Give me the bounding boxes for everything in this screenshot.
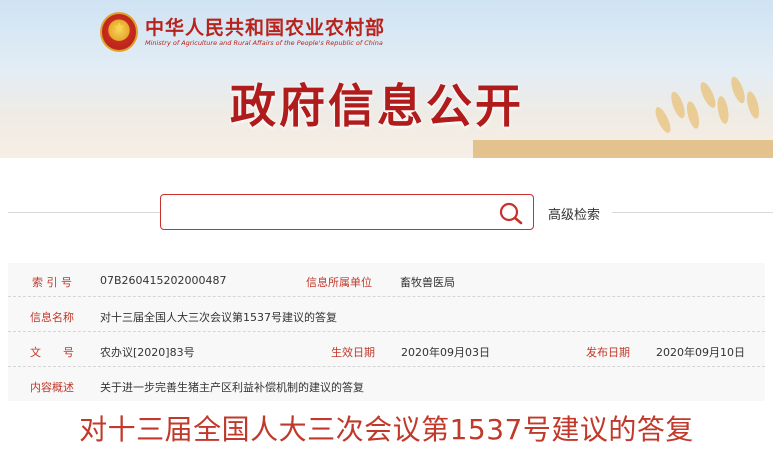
dept-value: 畜牧兽医局 [400, 276, 455, 289]
name-label: 信息名称 [30, 311, 74, 324]
advanced-search-link[interactable]: 高级检索 [548, 204, 600, 223]
meta-row: 索 引 号 07B260415202000487 信息所属单位 畜牧兽医局 [8, 263, 765, 297]
summary-label: 内容概述 [30, 381, 74, 394]
publish-date-label: 发布日期 [586, 346, 630, 359]
search-icon[interactable] [497, 201, 525, 225]
document-metadata: 索 引 号 07B260415202000487 信息所属单位 畜牧兽医局 信息… [8, 263, 765, 401]
summary-value: 关于进一步完善生猪主产区利益补偿机制的建议的答复 [100, 381, 364, 394]
effective-date-value: 2020年09月03日 [401, 346, 490, 359]
meta-row: 内容概述 关于进一步完善生猪主产区利益补偿机制的建议的答复 [8, 368, 765, 402]
document-title: 对十三届全国人大三次会议第1537号建议的答复 [79, 413, 694, 446]
meta-row: 文 号 农办议[2020]83号 生效日期 2020年09月03日 发布日期 2… [8, 333, 765, 367]
header-banner: ★ 中华人民共和国农业农村部 Ministry of Agriculture a… [0, 0, 773, 158]
search-divider-right [612, 212, 773, 213]
dept-label: 信息所属单位 [306, 276, 372, 289]
publish-date-value: 2020年09月10日 [656, 346, 745, 359]
search-input[interactable] [167, 199, 487, 225]
ministry-name[interactable]: 中华人民共和国农业农村部 [145, 13, 385, 40]
meta-row: 信息名称 对十三届全国人大三次会议第1537号建议的答复 [8, 298, 765, 332]
search-divider-left [8, 212, 160, 213]
docno-value: 农办议[2020]83号 [100, 346, 195, 359]
national-emblem-icon: ★ [100, 12, 138, 52]
search-box [160, 194, 534, 230]
ministry-name-en: Ministry of Agriculture and Rural Affair… [145, 39, 383, 47]
name-value: 对十三届全国人大三次会议第1537号建议的答复 [100, 311, 337, 324]
effective-date-label: 生效日期 [331, 346, 375, 359]
index-label: 索 引 号 [32, 276, 72, 289]
index-value: 07B260415202000487 [100, 274, 227, 287]
banner-title: 政府信息公开 [230, 79, 524, 133]
docno-label: 文 号 [30, 346, 74, 359]
